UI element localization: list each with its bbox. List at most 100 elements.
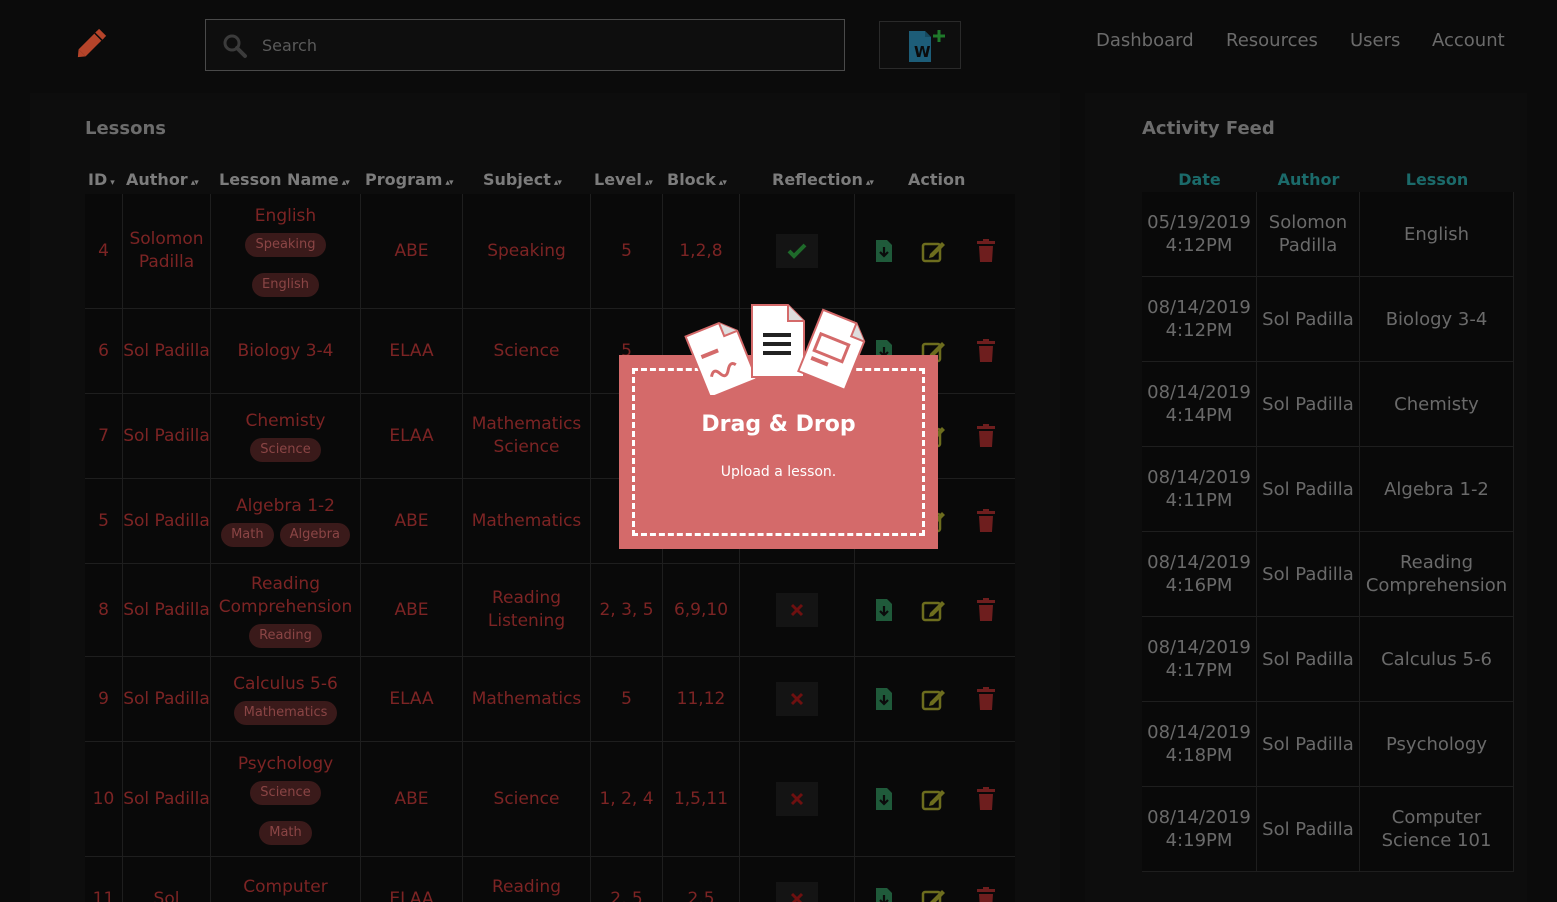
table-row[interactable]: 8 Sol Padilla Reading Comprehension Reading… <box>85 564 1015 657</box>
download-icon[interactable] <box>875 887 893 902</box>
delete-icon[interactable] <box>976 339 996 363</box>
cell-name-text[interactable]: Algebra 1-2 <box>236 495 335 518</box>
lessons-title: Lessons <box>85 118 166 139</box>
tag-badge[interactable]: Algebra <box>279 523 350 547</box>
col-program[interactable]: Program ▴▾ <box>365 170 453 189</box>
activity-row[interactable]: 08/14/2019 4:19PM Sol Padilla Computer Sci… <box>1142 787 1514 872</box>
lessons-table-header: ID ▾ Author ▴▾ Lesson Name ▴▾ Program ▴▾ Sub… <box>85 160 1015 194</box>
cell-author-text: Sol Padilla <box>123 599 210 620</box>
nav-resources[interactable]: Resources <box>1226 30 1318 51</box>
cell-name: Chemisty Science <box>211 394 361 478</box>
tag-badge[interactable]: Math <box>259 821 312 845</box>
cell-name-text[interactable]: Psychology <box>238 753 333 776</box>
cell-id: 8 <box>85 564 123 656</box>
cell-subject-text: Mathematics Science <box>471 414 582 457</box>
delete-icon[interactable] <box>976 687 996 711</box>
cell-name-text[interactable]: Chemisty <box>246 410 326 433</box>
cell-subject: Mathematics <box>463 657 591 741</box>
activity-cell-lesson: English <box>1360 192 1514 276</box>
tag-badge[interactable]: Science <box>250 781 321 805</box>
cell-program-text: ELAA <box>389 425 434 446</box>
table-row[interactable]: 4 Solomon Padilla English Speaking English AB… <box>85 194 1015 309</box>
cell-block: 1,5,11 <box>663 742 740 856</box>
edit-icon[interactable] <box>921 687 947 711</box>
col-author[interactable]: Author ▴▾ <box>126 170 199 189</box>
tag-badge[interactable]: Mathematics <box>233 701 338 725</box>
col-level[interactable]: Level ▴▾ <box>594 170 653 189</box>
cell-program: ABE <box>361 564 463 656</box>
activity-row[interactable]: 08/14/2019 4:14PM Sol Padilla Chemisty <box>1142 362 1514 447</box>
row-actions <box>855 657 1015 741</box>
cell-program-text: ELAA <box>389 888 434 902</box>
tag-badge[interactable]: English <box>252 273 319 297</box>
col-activity-lesson: Lesson <box>1405 170 1469 189</box>
activity-cell-author: Sol Padilla <box>1257 617 1360 701</box>
cell-name-text[interactable]: Computer Science 101 <box>211 876 360 902</box>
cell-id-text: 11 <box>92 888 115 902</box>
table-row[interactable]: 11 Sol Computer Science 101 ELAA Reading Mat… <box>85 857 1015 902</box>
activity-row[interactable]: 08/14/2019 4:17PM Sol Padilla Calculus 5-6 <box>1142 617 1514 702</box>
activity-row[interactable]: 05/19/2019 4:12PM Solomon Padilla English <box>1142 192 1514 277</box>
cell-name-text[interactable]: Biology 3-4 <box>238 340 334 363</box>
col-id[interactable]: ID ▾ <box>88 170 115 189</box>
cell-subject-text: Mathematics <box>471 510 582 531</box>
tag-badge[interactable]: Reading <box>249 623 322 648</box>
download-icon[interactable] <box>875 687 893 711</box>
activity-cell-date: 08/14/2019 4:11PM <box>1142 447 1257 531</box>
col-reflection[interactable]: Reflection ▴▾ <box>772 170 874 189</box>
nav-dashboard[interactable]: Dashboard <box>1096 30 1194 51</box>
edit-icon[interactable] <box>921 787 947 811</box>
delete-icon[interactable] <box>976 598 996 622</box>
upload-lesson-button[interactable]: W <box>879 21 961 69</box>
table-row[interactable]: 9 Sol Padilla Calculus 5-6 Mathematics ELAA M… <box>85 657 1015 742</box>
cell-name-text[interactable]: Reading Comprehension <box>211 573 360 619</box>
cell-program-text: ABE <box>394 240 429 261</box>
cell-name-text[interactable]: English <box>255 205 316 228</box>
cell-program: ABE <box>361 194 463 308</box>
activity-row[interactable]: 08/14/2019 4:11PM Sol Padilla Algebra 1-2 <box>1142 447 1514 532</box>
cell-name-text[interactable]: Calculus 5-6 <box>233 673 338 696</box>
cell-id-text: 9 <box>98 688 109 709</box>
cell-level-text: 2, 3, 5 <box>599 599 654 620</box>
activity-row[interactable]: 08/14/2019 4:12PM Sol Padilla Biology 3-4 <box>1142 277 1514 362</box>
download-icon[interactable] <box>875 239 893 263</box>
cell-id-text: 6 <box>98 340 109 361</box>
activity-row[interactable]: 08/14/2019 4:16PM Sol Padilla Reading Comp… <box>1142 532 1514 617</box>
tag-badge[interactable]: Speaking <box>245 233 326 257</box>
search-bar[interactable] <box>205 19 845 71</box>
delete-icon[interactable] <box>976 239 996 263</box>
nav-account[interactable]: Account <box>1432 30 1505 51</box>
cell-subject-text: Reading Mathematics <box>472 877 582 902</box>
delete-icon[interactable] <box>976 424 996 448</box>
activity-cell-lesson: Chemisty <box>1360 362 1514 446</box>
cell-author-text: Sol Padilla <box>123 788 210 809</box>
tag-badge[interactable]: Science <box>250 438 321 462</box>
delete-icon[interactable] <box>976 509 996 533</box>
tag-list: Mathematics <box>233 701 338 725</box>
search-input[interactable] <box>262 20 832 70</box>
activity-title: Activity Feed <box>1142 118 1275 139</box>
table-row[interactable]: 10 Sol Padilla Psychology Science Math ABE Sci… <box>85 742 1015 857</box>
delete-icon[interactable] <box>976 787 996 811</box>
col-subject[interactable]: Subject ▴▾ <box>483 170 562 189</box>
edit-icon[interactable] <box>921 239 947 263</box>
activity-row[interactable]: 08/14/2019 4:18PM Sol Padilla Psychology <box>1142 702 1514 787</box>
pencil-icon[interactable] <box>72 24 112 62</box>
nav-users[interactable]: Users <box>1350 30 1400 51</box>
col-block[interactable]: Block ▴▾ <box>667 170 727 189</box>
cell-reflection <box>740 657 855 741</box>
delete-icon[interactable] <box>976 887 996 902</box>
cell-level: 5 <box>591 194 663 308</box>
cell-subject-text: Speaking <box>487 240 566 261</box>
tag-list: Reading <box>249 623 322 648</box>
col-lesson-name[interactable]: Lesson Name ▴▾ <box>219 170 350 189</box>
edit-icon[interactable] <box>921 598 947 622</box>
download-icon[interactable] <box>875 598 893 622</box>
cell-block: 6,9,10 <box>663 564 740 656</box>
cell-name: Psychology Science Math <box>211 742 361 856</box>
row-actions <box>855 564 1015 656</box>
download-icon[interactable] <box>875 787 893 811</box>
cell-id-text: 4 <box>98 240 109 261</box>
tag-badge[interactable]: Math <box>221 523 274 547</box>
edit-icon[interactable] <box>921 887 947 902</box>
